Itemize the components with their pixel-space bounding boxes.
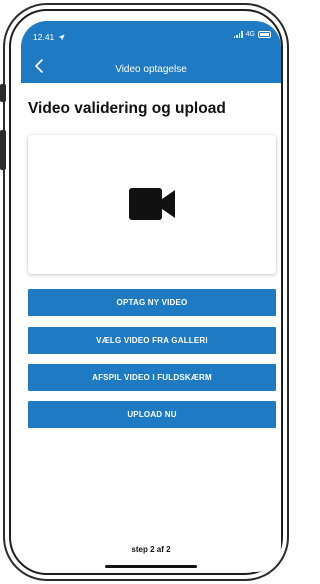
side-button-volume (0, 130, 6, 170)
phone-screen: 12.41 4G Video optagelse Video validerin… (21, 21, 281, 572)
home-indicator[interactable] (105, 565, 197, 568)
status-time: 12.41 (33, 32, 65, 42)
record-video-button[interactable]: OPTAG NY VIDEO (28, 289, 276, 316)
upload-now-button[interactable]: UPLOAD NU (28, 401, 276, 428)
nav-title: Video optagelse (115, 64, 187, 75)
video-camera-icon (129, 188, 175, 220)
choose-from-gallery-button[interactable]: VÆLG VIDEO FRA GALLERI (28, 327, 276, 354)
page-title: Video validering og upload (28, 100, 226, 117)
side-button-mute (0, 84, 6, 102)
play-fullscreen-button[interactable]: AFSPIL VIDEO I FULDSKÆRM (28, 364, 276, 391)
network-label: 4G (245, 31, 255, 38)
status-indicators: 4G (233, 31, 271, 38)
signal-icon (233, 31, 243, 38)
app-bar: 12.41 4G Video optagelse (21, 21, 281, 83)
battery-icon (258, 31, 271, 38)
step-indicator: step 2 af 2 (131, 545, 171, 554)
location-arrow-icon (58, 34, 65, 41)
status-time-text: 12.41 (33, 32, 55, 42)
video-preview[interactable] (28, 135, 276, 274)
